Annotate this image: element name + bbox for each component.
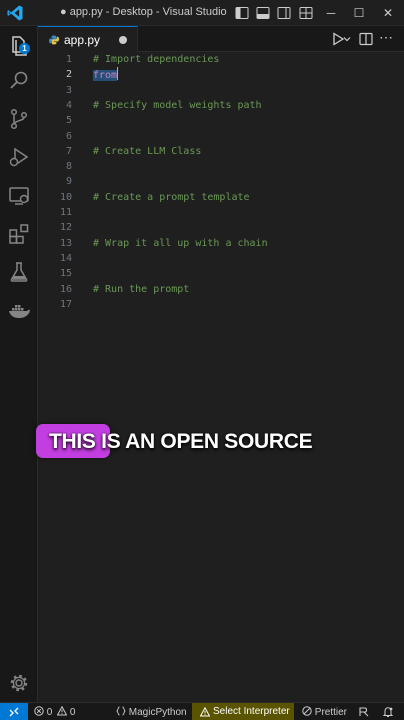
code-line[interactable]: 17 [38, 297, 404, 312]
toggle-secondary-sidebar-icon[interactable] [276, 5, 292, 21]
editor-tab-bar: app.py ⋯ [38, 26, 404, 52]
code-line[interactable]: 15 [38, 266, 404, 281]
error-icon [34, 706, 44, 716]
code-text: # Import dependencies [93, 54, 220, 65]
split-editor-icon[interactable] [358, 31, 374, 47]
title-bar: ● app.py - Desktop - Visual Studio C... … [0, 0, 404, 26]
line-number: 8 [65, 161, 72, 173]
line-number: 11 [59, 207, 72, 218]
source-control-icon[interactable] [7, 107, 31, 131]
run-options-chevron-down-icon[interactable] [342, 31, 352, 47]
warning-icon [56, 705, 68, 716]
line-number: 7 [65, 145, 72, 157]
more-actions-icon[interactable]: ⋯ [378, 30, 394, 47]
accounts-icon[interactable] [358, 706, 370, 718]
code-line[interactable]: 16 # Run the prompt [38, 282, 404, 297]
search-icon[interactable] [7, 69, 31, 93]
code-line[interactable]: 3 [38, 83, 404, 98]
error-count: 0 [46, 707, 53, 718]
maximize-button[interactable]: ☐ [348, 3, 370, 23]
line-number: 16 [59, 283, 72, 295]
remote-icon [9, 707, 19, 717]
code-line[interactable]: 8 [38, 159, 404, 174]
code-line[interactable]: 7 # Create LLM Class [38, 144, 404, 159]
prettier-status-icon [302, 706, 312, 716]
line-number: 5 [65, 115, 72, 127]
line-number: 3 [65, 84, 72, 96]
prettier-label: Prettier [314, 707, 348, 718]
code-line[interactable]: 6 [38, 129, 404, 144]
warning-icon [200, 707, 210, 717]
code-text: # Create a prompt template [93, 191, 250, 203]
code-line[interactable]: 5 [38, 113, 404, 128]
remote-explorer-icon[interactable] [7, 184, 31, 208]
tab-app-py[interactable]: app.py [38, 26, 138, 52]
caption-text: THIS IS AN OPEN SOURCE [49, 430, 313, 454]
line-number: 17 [59, 298, 72, 310]
line-number: 12 [59, 222, 72, 234]
text-cursor [117, 67, 119, 81]
code-text: # Wrap it all up with a chain [93, 237, 268, 249]
line-number: 9 [65, 176, 72, 188]
toggle-panel-icon[interactable] [255, 5, 271, 21]
warning-count: 0 [69, 707, 76, 718]
magicpython-indicator[interactable]: MagicPython [116, 706, 187, 719]
close-button[interactable]: ✕ [377, 3, 399, 23]
code-line[interactable]: 1 # Import dependencies [38, 52, 404, 67]
code-line[interactable]: 9 [38, 174, 404, 189]
remote-indicator[interactable] [0, 703, 28, 720]
code-text: # Specify model weights path [93, 99, 262, 111]
code-editor[interactable]: 1 # Import dependencies 2 from 3 4 # Specify m… [38, 52, 404, 702]
explorer-badge: 1 [19, 43, 30, 54]
status-bar: 0 0 MagicPython Select Interpreter Prett… [0, 702, 404, 720]
docker-icon[interactable] [7, 299, 31, 323]
manage-gear-icon[interactable] [7, 671, 31, 695]
code-line[interactable]: 13 # Wrap it all up with a chain [38, 236, 404, 251]
line-number: 4 [65, 99, 72, 111]
magicpython-label: MagicPython [128, 707, 187, 718]
code-line[interactable]: 14 [38, 251, 404, 266]
line-number: 13 [59, 237, 72, 249]
unsaved-dot-icon[interactable] [119, 36, 127, 44]
code-line[interactable]: 2 from [38, 67, 404, 82]
selected-text: from [93, 70, 118, 82]
vscode-logo-icon[interactable] [6, 4, 24, 22]
code-line[interactable]: 4 # Specify model weights path [38, 98, 404, 113]
window-title: ● app.py - Desktop - Visual Studio C... [60, 6, 228, 18]
line-number: 1 [65, 54, 72, 65]
run-debug-icon[interactable] [7, 145, 31, 169]
line-number: 6 [65, 130, 72, 142]
code-line[interactable]: 11 [38, 205, 404, 220]
line-number: 14 [59, 252, 72, 264]
caption-highlight-word: THIS [49, 430, 96, 453]
line-number: 10 [59, 191, 72, 203]
bracket-pair-icon [116, 706, 126, 716]
activity-bar: 1 [0, 26, 38, 702]
code-text: # Run the prompt [93, 283, 190, 295]
testing-icon[interactable] [7, 260, 31, 284]
notifications-bell-icon[interactable] [382, 706, 394, 718]
caption-rest: IS AN OPEN SOURCE [95, 430, 313, 453]
prettier-indicator[interactable]: Prettier [302, 706, 347, 719]
problems-indicator[interactable]: 0 0 [34, 705, 76, 719]
code-text: from [93, 67, 119, 83]
code-text: # Create LLM Class [93, 145, 202, 157]
code-line[interactable]: 12 [38, 220, 404, 235]
select-interpreter-button[interactable]: Select Interpreter [192, 703, 294, 720]
toggle-primary-sidebar-icon[interactable] [234, 5, 250, 21]
extensions-icon[interactable] [7, 222, 31, 246]
line-number: 2 [65, 69, 72, 81]
python-file-icon [49, 35, 59, 45]
minimize-button[interactable]: ─ [320, 3, 342, 23]
line-number: 15 [59, 268, 72, 280]
select-interpreter-label: Select Interpreter [213, 706, 290, 717]
code-line[interactable]: 10 # Create a prompt template [38, 190, 404, 205]
video-caption: THIS IS AN OPEN SOURCE [36, 424, 376, 460]
tab-label: app.py [64, 33, 101, 47]
customize-layout-icon[interactable] [298, 5, 314, 21]
